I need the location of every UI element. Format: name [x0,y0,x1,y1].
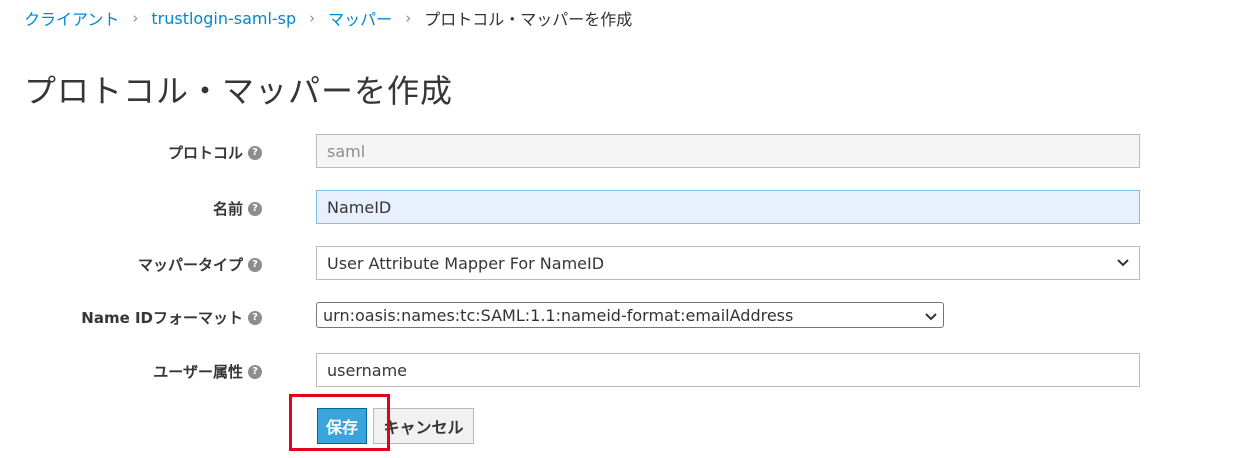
cancel-button[interactable]: キャンセル [373,408,474,444]
user-attribute-value: username [327,360,407,380]
question-circle-icon[interactable]: ? [248,257,262,272]
breadcrumb-current: プロトコル・マッパーを作成 [424,10,633,29]
user-attribute-label-text: ユーザー属性 [153,363,243,381]
page-title: プロトコル・マッパーを作成 [24,72,454,110]
question-circle-icon[interactable]: ? [248,364,262,379]
mapper-type-label-text: マッパータイプ [137,256,243,274]
user-attribute-input[interactable]: username [316,353,1140,387]
question-circle-icon[interactable]: ? [248,145,262,160]
form-row-protocol: プロトコル ? saml [0,134,1260,168]
name-id-format-select[interactable]: urn:oasis:names:tc:SAML:1.1:nameid-forma… [316,302,944,328]
form-row-name-id-format: Name IDフォーマット ? urn:oasis:names:tc:SAML:… [0,302,1260,328]
name-label-text: 名前 [212,200,243,218]
breadcrumb-link-mappers[interactable]: マッパー [328,6,392,30]
name-value: NameID [327,197,392,217]
breadcrumb-link-client[interactable]: trustlogin-saml-sp [151,9,296,28]
name-id-format-value: urn:oasis:names:tc:SAML:1.1:nameid-forma… [323,305,794,325]
protocol-field: saml [316,134,1140,168]
protocol-label: プロトコル ? [168,142,262,163]
breadcrumb-separator: › [405,9,412,27]
name-input[interactable]: NameID [316,190,1140,224]
name-id-format-label: Name IDフォーマット ? [81,307,262,328]
form-row-mapper-type: マッパータイプ ? User Attribute Mapper For Name… [0,246,1260,280]
name-id-format-label-text: Name IDフォーマット [81,309,243,327]
chevron-down-icon [925,306,937,325]
form-row-name: 名前 ? NameID [0,190,1260,224]
breadcrumb-link-clients[interactable]: クライアント [24,6,119,30]
save-button[interactable]: 保存 [317,408,367,444]
question-circle-icon[interactable]: ? [248,201,262,216]
mapper-type-value: User Attribute Mapper For NameID [327,253,605,273]
protocol-value: saml [327,141,366,161]
mapper-type-select[interactable]: User Attribute Mapper For NameID [316,246,1140,280]
question-circle-icon[interactable]: ? [248,310,262,325]
breadcrumb-separator: › [309,9,316,27]
user-attribute-label: ユーザー属性 ? [153,361,262,382]
breadcrumb: クライアント › trustlogin-saml-sp › マッパー › プロト… [24,6,632,30]
chevron-down-icon [1117,255,1129,271]
form-row-user-attribute: ユーザー属性 ? username [0,353,1260,387]
mapper-type-label: マッパータイプ ? [138,254,262,275]
name-label: 名前 ? [213,198,262,219]
protocol-label-text: プロトコル [167,144,243,162]
breadcrumb-separator: › [132,9,139,27]
